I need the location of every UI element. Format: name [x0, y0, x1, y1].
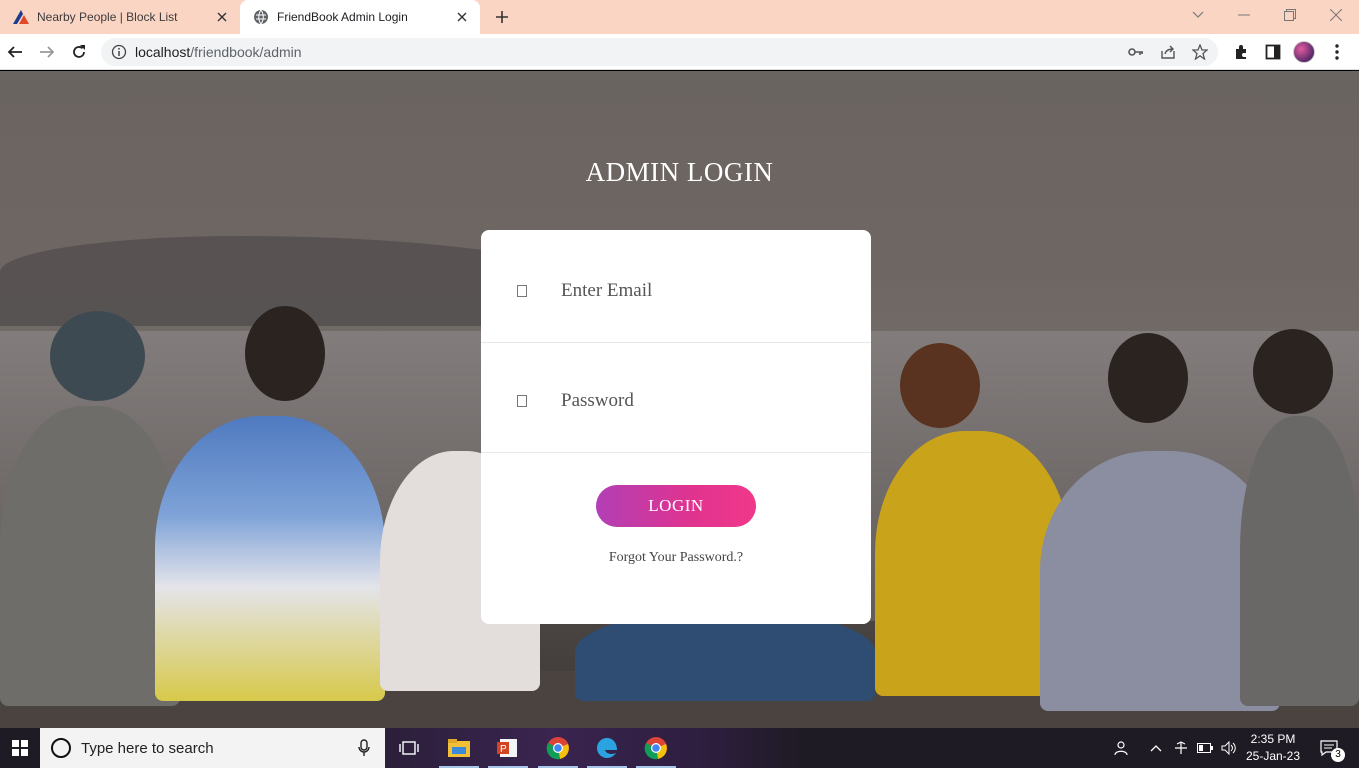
person-silhouette: [155, 416, 385, 701]
search-placeholder: Type here to search: [81, 740, 214, 757]
email-field[interactable]: Enter Email: [481, 233, 871, 343]
login-page: ADMIN LOGIN Enter Email Password LOGIN F…: [0, 71, 1359, 728]
forward-arrow-icon[interactable]: [35, 40, 59, 64]
close-tab-icon[interactable]: [214, 9, 230, 25]
password-field[interactable]: Password: [481, 343, 871, 453]
person-head: [245, 306, 325, 401]
minimize-icon[interactable]: [1221, 0, 1267, 30]
notification-center-icon[interactable]: 3: [1314, 728, 1345, 768]
forgot-password-link[interactable]: Forgot Your Password.?: [481, 550, 871, 566]
person-head: [1253, 329, 1333, 414]
taskbar-search-box[interactable]: Type here to search: [40, 728, 385, 768]
login-button[interactable]: LOGIN: [596, 485, 756, 527]
microphone-icon[interactable]: [358, 739, 370, 757]
extensions-puzzle-icon[interactable]: [1229, 40, 1253, 64]
file-explorer-icon[interactable]: [436, 728, 482, 768]
key-icon[interactable]: [1127, 43, 1145, 61]
side-panel-icon[interactable]: [1261, 40, 1285, 64]
system-clock[interactable]: 2:35 PM 25-Jan-23: [1240, 731, 1306, 765]
url-host: localhost: [135, 44, 191, 60]
email-placeholder: Enter Email: [561, 280, 653, 301]
site-logo-icon: [13, 9, 29, 25]
person-silhouette: [0, 406, 180, 706]
page-title: ADMIN LOGIN: [585, 157, 774, 187]
chevron-up-icon[interactable]: [1148, 728, 1164, 768]
reload-icon[interactable]: [67, 40, 91, 64]
back-arrow-icon[interactable]: [3, 40, 27, 64]
powerpoint-icon[interactable]: P: [485, 728, 531, 768]
info-icon[interactable]: [111, 44, 127, 60]
password-placeholder: Password: [561, 390, 634, 411]
person-head: [900, 343, 980, 428]
address-bar[interactable]: localhost/friendbook/admin: [101, 38, 1218, 66]
restore-icon[interactable]: [1267, 0, 1313, 30]
tab-friendbook-admin-login[interactable]: FriendBook Admin Login: [240, 0, 480, 34]
network-icon[interactable]: [1170, 728, 1192, 768]
cortana-icon: [51, 738, 71, 758]
tab-title: FriendBook Admin Login: [277, 10, 408, 24]
bookmark-star-icon[interactable]: [1191, 43, 1209, 61]
tab-search-icon[interactable]: [1175, 0, 1221, 30]
edge-icon[interactable]: [584, 728, 630, 768]
clock-date: 25-Jan-23: [1245, 749, 1301, 763]
tab-nearby-people[interactable]: Nearby People | Block List: [0, 0, 240, 34]
url-path: /friendbook/admin: [190, 44, 302, 60]
person-head: [50, 311, 145, 401]
lock-icon: [517, 395, 527, 407]
person-head: [1108, 333, 1188, 423]
people-icon[interactable]: [1110, 728, 1132, 768]
windows-start-icon[interactable]: [0, 728, 40, 768]
share-icon[interactable]: [1159, 43, 1177, 61]
task-view-icon[interactable]: [386, 728, 432, 768]
windows-taskbar: Type here to search P 2:35 PM 25-Jan-23 …: [0, 728, 1359, 768]
clock-time: 2:35 PM: [1250, 732, 1296, 746]
notification-badge: 3: [1331, 748, 1345, 762]
chrome-profile-icon[interactable]: [633, 728, 679, 768]
chrome-icon[interactable]: [535, 728, 581, 768]
tab-strip: Nearby People | Block List FriendBook Ad…: [0, 0, 1359, 34]
url-text: localhost/friendbook/admin: [135, 44, 302, 60]
profile-avatar[interactable]: [1293, 41, 1315, 63]
battery-icon[interactable]: [1194, 728, 1216, 768]
person-silhouette: [1240, 416, 1359, 706]
browser-toolbar: localhost/friendbook/admin: [0, 34, 1359, 70]
tab-title: Nearby People | Block List: [37, 10, 178, 24]
menu-kebab-icon[interactable]: [1325, 40, 1349, 64]
close-tab-icon[interactable]: [454, 9, 470, 25]
new-tab-button[interactable]: [490, 7, 514, 27]
close-window-icon[interactable]: [1313, 0, 1359, 30]
volume-icon[interactable]: [1218, 728, 1240, 768]
login-card: Enter Email Password LOGIN Forgot Your P…: [481, 230, 871, 624]
svg-text:P: P: [500, 744, 507, 755]
person-silhouette: [575, 611, 875, 701]
globe-icon: [253, 9, 269, 25]
email-icon: [517, 285, 527, 297]
